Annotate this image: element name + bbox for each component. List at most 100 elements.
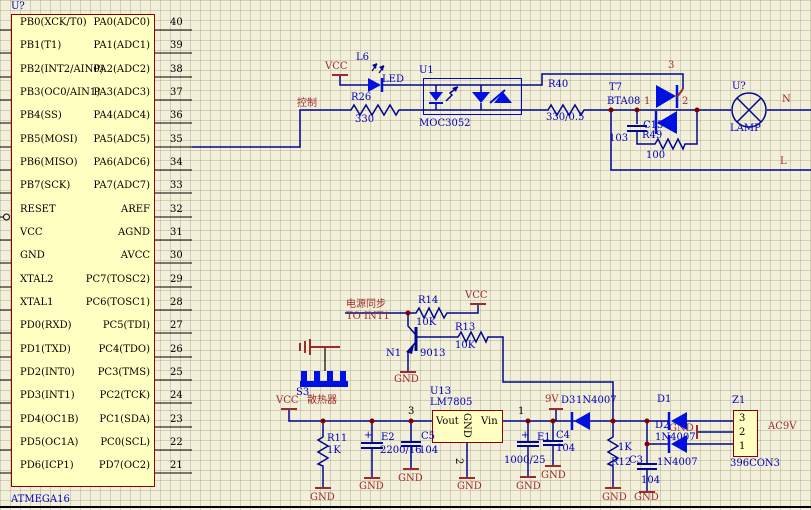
pin-number: 32 (170, 204, 183, 215)
ic-pin-label: PA7(ADC7) (55, 180, 150, 191)
net-label-ac9v: AC9V (768, 421, 796, 432)
pin-number: 29 (170, 274, 183, 285)
designator-d1: D1 (657, 394, 671, 405)
t7-pin1: 1 (644, 96, 650, 107)
t7-pin3: 3 (668, 60, 674, 71)
transistor-emitter-arrow (406, 345, 414, 354)
ic-pin-label: PA1(ADC1) (55, 40, 150, 51)
designator-u1: U1 (419, 65, 434, 76)
part-u1: MOC3052 (419, 118, 471, 129)
value-r11: 1K (327, 445, 341, 456)
t7-pin2: 2 (682, 96, 688, 107)
vcc-label: VCC (325, 61, 348, 72)
wires (192, 74, 811, 491)
pin-number: 39 (170, 40, 183, 51)
ic-pin-label: XTAL2 (20, 274, 53, 285)
ic-pin-label: AREF (55, 204, 150, 215)
opto-led-triangle (429, 92, 443, 101)
pin-number: 25 (170, 367, 183, 378)
junction-dots (321, 108, 700, 447)
designator-u13: U13 (430, 386, 451, 397)
pin-number: 21 (170, 460, 183, 471)
gnd-label: GND (602, 492, 627, 503)
ic-pin-label: VCC (20, 227, 43, 238)
net-label-9v: 9V (545, 394, 559, 405)
part-n1: 9013 (420, 348, 445, 359)
designator-t7: T7 (609, 82, 622, 93)
heatsink-symbol (300, 371, 348, 387)
pin-number: 30 (170, 250, 183, 261)
value-d3: 1N4007 (576, 395, 617, 406)
e2-plus: + (364, 430, 372, 441)
ic-pin-label: PA3(ADC3) (55, 87, 150, 98)
pin-number: 22 (170, 437, 183, 448)
designator-n1: N1 (386, 348, 401, 359)
net-label-to-int1: TO INT1 (346, 311, 390, 322)
u13-pin3-number: 3 (408, 406, 414, 417)
ic-pin-label: PA5(ADC5) (55, 134, 150, 145)
pin-number: 34 (170, 157, 183, 168)
value-r26: 330 (355, 114, 374, 125)
pin-number: 36 (170, 110, 183, 121)
gnd-label: GND (669, 423, 694, 434)
pin-number: 37 (170, 87, 183, 98)
gnd-label: GND (394, 374, 419, 385)
designator-c5: C5 (421, 431, 435, 442)
value-e2: 2200/16 (380, 445, 422, 456)
ic-pin-label: PC5(TDI) (55, 320, 150, 331)
part-lamp: LAMP (730, 123, 761, 134)
reset-bubble (4, 214, 10, 220)
designator-l6: L6 (356, 52, 369, 63)
ic-pin-label: PC0(SCL) (55, 437, 150, 448)
vcc-label: VCC (276, 395, 299, 406)
u13-pin-vin: Vin (481, 416, 498, 427)
value-r13: 10K (455, 340, 475, 351)
ic-pin-label: AVCC (55, 250, 150, 261)
ic-pin-label: XTAL1 (20, 297, 53, 308)
pin-number: 24 (170, 390, 183, 401)
pin-number: 35 (170, 134, 183, 145)
value-d2: 1N4007 (657, 457, 698, 468)
vcc-label: VCC (465, 290, 488, 301)
designator-d2: D2 (655, 420, 669, 431)
gnd-label: GND (310, 492, 335, 503)
designator-r49: R49 (642, 130, 662, 141)
ic-pin-label: PC6(TOSC1) (55, 297, 150, 308)
gnd-label: GND (541, 470, 566, 481)
ic-pin-label: PC4(TDO) (55, 344, 150, 355)
value-c15: 103 (609, 133, 628, 144)
label-led: LED (382, 74, 404, 85)
ic-pin-label: GND (20, 250, 45, 261)
led-triangle (368, 78, 381, 92)
designator-z1: Z1 (732, 395, 745, 406)
designator-e1: E1 (537, 432, 551, 443)
ic-pin-label: PA6(ADC6) (55, 157, 150, 168)
u13-pin2-number: 2 (453, 458, 464, 464)
part-z1: 396CON3 (730, 458, 780, 469)
designator-lamp: U? (732, 81, 746, 92)
ic-ref: U? (11, 1, 25, 12)
u13-pin-gnd: GND (461, 413, 472, 438)
value-c4: 104 (556, 443, 575, 454)
power-symbols (281, 75, 697, 492)
gnd-label: GND (359, 481, 384, 492)
value-r14: 10K (416, 317, 436, 328)
triac-upper-triangle (656, 85, 676, 108)
pin-number: 38 (170, 64, 183, 75)
pin-number: 31 (170, 227, 183, 238)
z1-pin2: 2 (739, 427, 745, 438)
designator-r26: R26 (351, 92, 371, 103)
net-label-l: L (780, 156, 787, 167)
ic-left-pin-stubs (0, 30, 11, 473)
pin-number: 26 (170, 344, 183, 355)
designator-r13: R13 (455, 322, 475, 333)
ic-pin-label: PA2(ADC2) (55, 64, 150, 75)
ic-pin-label: PC7(TOSC2) (55, 274, 150, 285)
pin-number: 23 (170, 414, 183, 425)
ic-name: ATMEGA16 (11, 494, 70, 505)
value-e1: 1000/25 (504, 455, 546, 466)
gnd-label: GND (516, 481, 541, 492)
ic-pin-label: RESET (20, 204, 56, 215)
u13-pin1-number: 1 (518, 406, 524, 417)
opto-triac-tri1 (472, 92, 490, 103)
